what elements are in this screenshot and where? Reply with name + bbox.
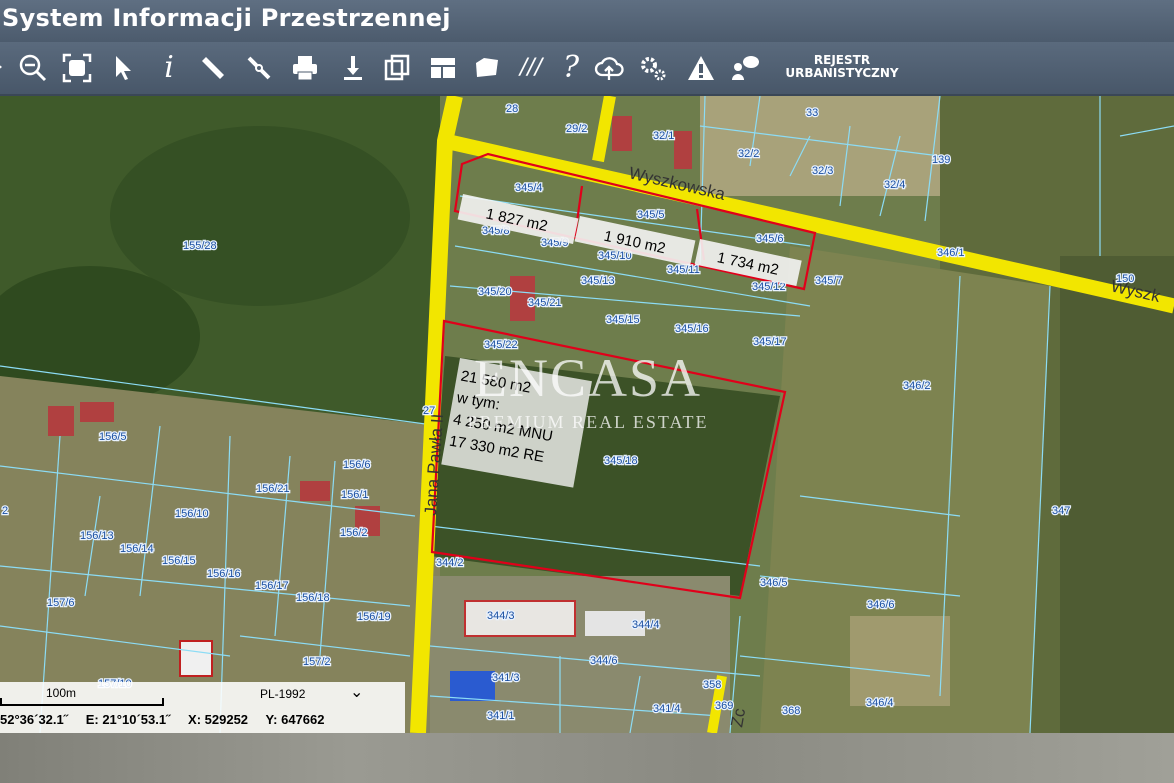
parcel-label: 156/13 (80, 530, 114, 542)
parcel-label: 345/13 (581, 275, 615, 287)
warning-icon[interactable] (684, 50, 718, 86)
coord-lat: 52°36´32.1˝ (0, 712, 69, 727)
parcel-label: 345/21 (528, 297, 562, 309)
select-arrow-icon[interactable] (106, 50, 140, 86)
parcel-label: 28 (506, 103, 518, 115)
parcel-label: 345/17 (753, 336, 787, 348)
title-bar: System Informacji Przestrzennej (0, 0, 1174, 42)
parcel-label: 345/5 (637, 209, 665, 221)
parcel-label: 33 (806, 107, 818, 119)
parcel-label: 346/6 (867, 599, 895, 611)
parcel-label: 345/16 (675, 323, 709, 335)
parcel-label: 157/6 (47, 597, 75, 609)
rejestr-line2: URBANISTYCZNY (785, 66, 899, 80)
parcel-label: 341/3 (492, 672, 520, 684)
coord-y: Y: 647662 (265, 712, 325, 727)
parcel-label: 344/6 (590, 655, 618, 667)
help-icon[interactable]: ? (554, 50, 588, 86)
watermark-logo: ENCASA (474, 348, 702, 408)
info-icon[interactable]: i (152, 50, 186, 86)
parcel-label: 32/4 (884, 179, 905, 191)
coordinates-readout: 52°36´32.1˝ E: 21°10´53.1˝ X: 529252 Y: … (0, 712, 338, 727)
parcel-label: 368 (782, 705, 800, 717)
parcel-label: 157/2 (303, 656, 331, 668)
parcel-label: 150 (1116, 273, 1134, 285)
layout-icon[interactable] (426, 50, 460, 86)
parcel-label: 29/2 (566, 123, 587, 135)
parcel-label: 345/18 (604, 455, 638, 467)
hatch-icon[interactable]: /// (514, 50, 548, 86)
parcel-label: 345/11 (667, 264, 700, 276)
measure-line-icon[interactable] (242, 50, 276, 86)
toolbar: i /// ? REJESTR URBANISTYCZNY (0, 42, 1174, 96)
parcel-label: 2 (2, 505, 8, 517)
parcel-label: 345/12 (752, 281, 786, 293)
map-canvas[interactable]: Wyszkowska Jana Pawła II Wyszk Zc 2829/2… (0, 96, 1174, 733)
parcel-label: 156/1 (341, 489, 369, 501)
parcel-label: 345/4 (515, 182, 543, 194)
parcel-label: 156/19 (357, 611, 391, 623)
parcel-label: 344/2 (436, 557, 464, 569)
parcel-label: 156/5 (99, 431, 127, 443)
watermark-tagline: PREMIUM REAL ESTATE (468, 412, 709, 432)
comment-user-icon[interactable] (728, 50, 762, 86)
parcel-label: 344/3 (487, 610, 515, 622)
print-icon[interactable] (288, 50, 322, 86)
parcel-label: 358 (703, 679, 721, 691)
parcel-label: 344/4 (632, 619, 660, 631)
parcel-label: 341/4 (653, 703, 681, 715)
parcel-label: 346/2 (903, 380, 931, 392)
parcel-label: 156/21 (256, 483, 290, 495)
map-view[interactable]: Wyszkowska Jana Pawła II Wyszk Zc 28 29/2… (0, 96, 1174, 733)
parcel-label: 156/10 (175, 508, 209, 520)
parcel-label: 345/15 (606, 314, 640, 326)
parcel-label: 341/1 (487, 710, 515, 722)
bottom-strip (0, 733, 1174, 783)
parcel-label: 27 (423, 405, 435, 417)
parcel-label: 139 (932, 154, 950, 166)
parcel-label: 155/28 (183, 240, 217, 252)
parcel-label: 32/2 (738, 148, 759, 160)
parcel-label: 32/1 (653, 130, 674, 142)
cloud-upload-icon[interactable] (592, 50, 626, 86)
parcel-label: 347 (1052, 505, 1070, 517)
parcel-label: 346/1 (937, 247, 965, 259)
parcel-label: 346/4 (866, 697, 894, 709)
chevron-down-icon[interactable]: ⌄ (350, 682, 363, 702)
crs-select[interactable]: PL-1992 (260, 687, 305, 701)
scale-and-coordinates-panel: 100m PL-1992 ⌄ 52°36´32.1˝ E: 21°10´53.1… (0, 682, 405, 733)
settings-icon[interactable] (636, 50, 670, 86)
parcel-label: 345/7 (815, 275, 843, 287)
parcel-label: 345/6 (756, 233, 784, 245)
rejestr-urbanistyczny-button[interactable]: REJESTR URBANISTYCZNY (776, 54, 908, 80)
parcel-label: 156/6 (343, 459, 371, 471)
parcel-label: 156/2 (340, 527, 368, 539)
parcel-label: 156/15 (162, 555, 196, 567)
coord-lon: E: 21°10´53.1˝ (85, 712, 171, 727)
parcel-label: 32/3 (812, 165, 833, 177)
parcel-label: 369 (715, 700, 733, 712)
layers-icon[interactable] (380, 50, 414, 86)
shape-icon[interactable] (470, 50, 504, 86)
parcel-label: 346/5 (760, 577, 788, 589)
parcel-label: 156/17 (255, 580, 289, 592)
zoom-out-icon[interactable] (16, 50, 50, 86)
download-icon[interactable] (336, 50, 370, 86)
parcel-label: 156/16 (207, 568, 241, 580)
measure-ruler-icon[interactable] (196, 50, 230, 86)
app-title: System Informacji Przestrzennej (2, 4, 451, 32)
scale-bar (0, 698, 164, 706)
zoom-extent-icon[interactable] (60, 50, 94, 86)
parcel-label: 345/20 (478, 286, 512, 298)
coord-x: X: 529252 (188, 712, 249, 727)
parcel-label: 156/18 (296, 592, 330, 604)
parcel-label: 156/14 (120, 543, 154, 555)
